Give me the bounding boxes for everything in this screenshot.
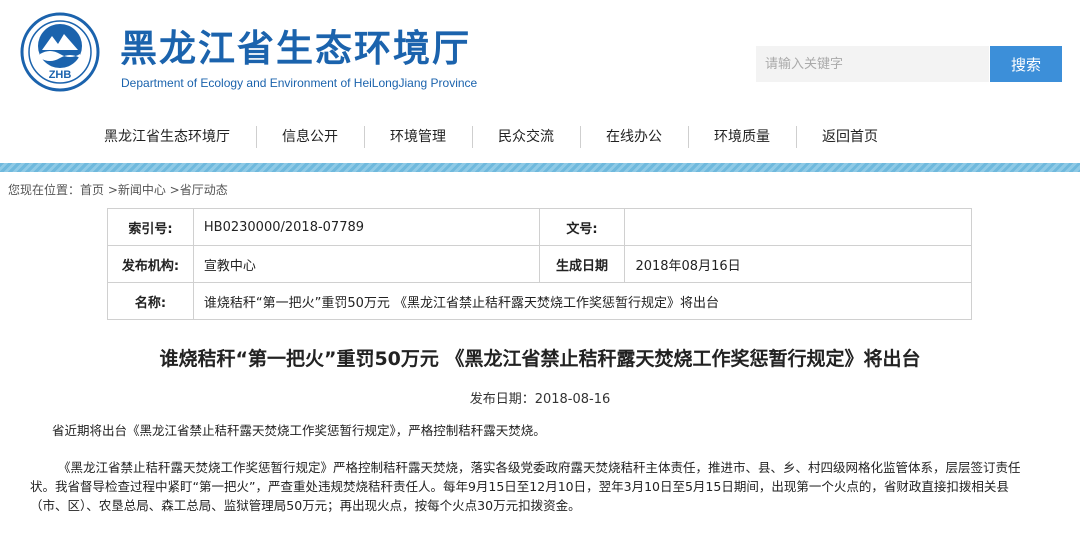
- gendate-label: 生成日期: [538, 245, 626, 283]
- nav-item-env-management[interactable]: 环境管理: [364, 118, 472, 156]
- article-paragraph: 《黑龙江省禁止秸秆露天焚烧工作奖惩暂行规定》严格控制秸秆露天焚烧，落实各级党委政…: [30, 460, 1021, 513]
- table-row: 名称: 谁烧秸秆“第一把火”重罚50万元 《黑龙江省禁止秸秆露天焚烧工作奖惩暂行…: [107, 282, 973, 320]
- docno-label: 文号:: [538, 208, 626, 246]
- breadcrumb[interactable]: 您现在位置：首页 >新闻中心 >省厅动态: [8, 181, 228, 198]
- publisher-label: 发布机构:: [107, 245, 194, 283]
- site-logo[interactable]: ZHB: [20, 12, 100, 92]
- nav-item-home-site[interactable]: 黑龙江省生态环境厅: [88, 118, 256, 156]
- nav-item-back-home[interactable]: 返回首页: [796, 118, 904, 156]
- logo-text: ZHB: [49, 69, 72, 81]
- name-value: 谁烧秸秆“第一把火”重罚50万元 《黑龙江省禁止秸秆露天焚烧工作奖惩暂行规定》将…: [192, 282, 973, 320]
- main-nav: 黑龙江省生态环境厅 信息公开 环境管理 民众交流 在线办公 环境质量 返回首页: [88, 118, 904, 156]
- site-subtitle: Department of Ecology and Environment of…: [121, 76, 478, 90]
- docno-value: [624, 208, 972, 246]
- gendate-value: 2018年08月16日: [624, 245, 972, 283]
- search-button[interactable]: 搜索: [990, 46, 1062, 82]
- site-title: 黑龙江省生态环境厅: [120, 27, 471, 70]
- publisher-value: 宣教中心: [192, 245, 540, 283]
- article-paragraph: 省近期将出台《黑龙江省禁止秸秆露天焚烧工作奖惩暂行规定》，严格控制秸秆露天焚烧。: [52, 423, 546, 438]
- nav-item-info-public[interactable]: 信息公开: [256, 118, 364, 156]
- search-input[interactable]: [756, 46, 989, 82]
- index-label: 索引号:: [107, 208, 194, 246]
- document-info-table: 索引号: HB0230000/2018-07789 文号: 发布机构: 宣教中心…: [107, 208, 973, 320]
- table-row: 索引号: HB0230000/2018-07789 文号:: [107, 208, 972, 246]
- nav-item-online-office[interactable]: 在线办公: [580, 118, 688, 156]
- index-value: HB0230000/2018-07789: [192, 208, 540, 246]
- name-label: 名称:: [107, 282, 194, 320]
- table-row: 发布机构: 宣教中心 生成日期 2018年08月16日: [107, 245, 972, 283]
- nav-item-env-quality[interactable]: 环境质量: [688, 118, 796, 156]
- article-title: 谁烧秸秆“第一把火”重罚50万元 《黑龙江省禁止秸秆露天焚烧工作奖惩暂行规定》将…: [159, 348, 921, 370]
- decorative-strip: [0, 163, 1080, 172]
- article-date: 发布日期：2018-08-16: [469, 392, 611, 407]
- nav-item-public-exchange[interactable]: 民众交流: [472, 118, 580, 156]
